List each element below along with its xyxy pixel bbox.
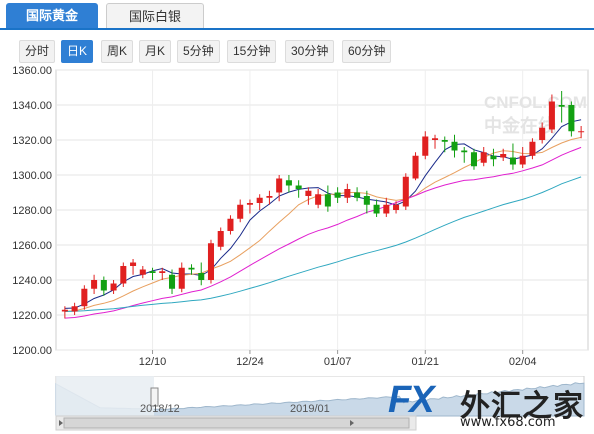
candle-body: [110, 283, 117, 291]
candle-body: [61, 309, 68, 312]
tab-gold[interactable]: 国际黄金: [6, 3, 98, 28]
candle-body: [383, 204, 390, 214]
candle: [207, 239, 215, 284]
candle-body: [539, 127, 546, 140]
x-tick-label: 12/24: [236, 356, 264, 366]
candle-body: [159, 271, 166, 273]
candle-body: [344, 189, 351, 198]
candle-body: [529, 141, 536, 156]
period-button-15min[interactable]: 15分钟: [227, 40, 277, 63]
candle-body: [393, 204, 400, 210]
period-button-daily-k[interactable]: 日K: [61, 40, 94, 63]
y-tick-label: 1360.00: [12, 66, 52, 77]
candle-body: [81, 288, 88, 307]
brand-fx: FX: [388, 379, 435, 421]
y-axis: 1200.00 1220.00 1240.00 1260.00 1280.00 1300.…: [12, 66, 52, 357]
navigator-label-jan: 2019/01: [290, 403, 330, 415]
candle-body: [461, 150, 468, 153]
candle-body: [227, 218, 234, 231]
x-tick-label: 12/10: [139, 356, 167, 366]
period-button-timeshare[interactable]: 分时: [19, 40, 56, 63]
candle-body: [91, 280, 98, 289]
x-tick-label: 01/21: [412, 356, 440, 366]
candle-body: [500, 154, 507, 158]
y-tick-label: 1340.00: [12, 100, 52, 112]
candle-body: [100, 280, 107, 291]
candle-body: [149, 271, 156, 273]
candle-body: [412, 155, 419, 179]
candle: [402, 173, 409, 210]
y-tick-label: 1260.00: [12, 240, 52, 252]
x-tick-label: 02/04: [509, 356, 537, 366]
candle-body: [139, 269, 146, 275]
chart-grid: [55, 69, 589, 354]
candle-body: [246, 203, 253, 205]
y-tick-label: 1240.00: [12, 275, 52, 287]
scrollbar-thumb[interactable]: [63, 417, 410, 429]
candle-body: [334, 192, 341, 198]
candle-body: [422, 136, 429, 156]
candle-body: [295, 185, 302, 189]
candle-body: [431, 138, 439, 140]
candle-body: [470, 152, 478, 167]
candle-body: [178, 267, 185, 289]
period-button-5min[interactable]: 5分钟: [177, 40, 220, 63]
period-button-60min[interactable]: 60分钟: [342, 40, 392, 63]
candle-body: [276, 178, 283, 193]
candle-body: [120, 266, 127, 284]
candle-body: [548, 101, 555, 130]
candle-body: [451, 141, 458, 151]
period-button-monthly-k[interactable]: 月K: [139, 40, 172, 63]
y-tick-label: 1200.00: [12, 345, 52, 357]
candle-body: [568, 105, 575, 132]
candle-body: [305, 190, 312, 196]
candle-body: [578, 131, 585, 133]
candle: [568, 101, 575, 137]
y-tick-label: 1280.00: [12, 205, 52, 217]
candle-body: [402, 176, 409, 207]
candle: [120, 262, 127, 287]
tab-silver[interactable]: 国际白银: [106, 3, 204, 28]
candle-body: [71, 306, 78, 312]
brand-url: www.fx68.com: [460, 415, 556, 430]
candle-body: [315, 194, 322, 205]
x-axis: 12/1012/2401/0701/2102/0402/18: [139, 356, 537, 366]
candle-body: [130, 262, 137, 266]
tab-bar: 国际黄金 国际白银: [0, 0, 594, 30]
candle: [81, 285, 88, 310]
candle-body: [217, 231, 224, 247]
watermark-bottom: 中金在线: [484, 115, 556, 136]
candle-body: [198, 273, 205, 280]
candle-body: [188, 267, 195, 270]
candle-body: [354, 192, 361, 198]
candle-body: [266, 196, 273, 198]
candle-body: [285, 180, 292, 186]
candle-body: [558, 105, 565, 107]
candle-body: [509, 157, 516, 165]
candle-body: [256, 197, 263, 203]
candle-body: [373, 204, 380, 214]
brand-logo: FX 外汇之家 www.fx68.com: [388, 379, 588, 431]
y-tick-label: 1300.00: [12, 170, 52, 182]
navigator-label-dec: 2018/12: [140, 403, 180, 415]
candle-body: [441, 140, 448, 142]
candlestick-chart[interactable]: CNFOL.COM 中金在线 1200.001220.001240.001260…: [0, 66, 594, 366]
candle-body: [519, 155, 526, 165]
candle-body: [363, 196, 370, 205]
y-tick-label: 1320.00: [12, 135, 52, 147]
candle-body: [490, 155, 497, 160]
x-tick-label: 01/07: [324, 356, 352, 366]
candle-body: [324, 194, 331, 207]
candle-body: [237, 204, 244, 219]
candle-body: [207, 243, 215, 280]
candle: [412, 152, 419, 181]
period-button-weekly-k[interactable]: 周K: [101, 40, 134, 63]
period-button-30min[interactable]: 30分钟: [285, 40, 335, 63]
y-tick-label: 1220.00: [12, 310, 52, 322]
candle-body: [480, 152, 487, 163]
candle-body: [168, 274, 176, 289]
